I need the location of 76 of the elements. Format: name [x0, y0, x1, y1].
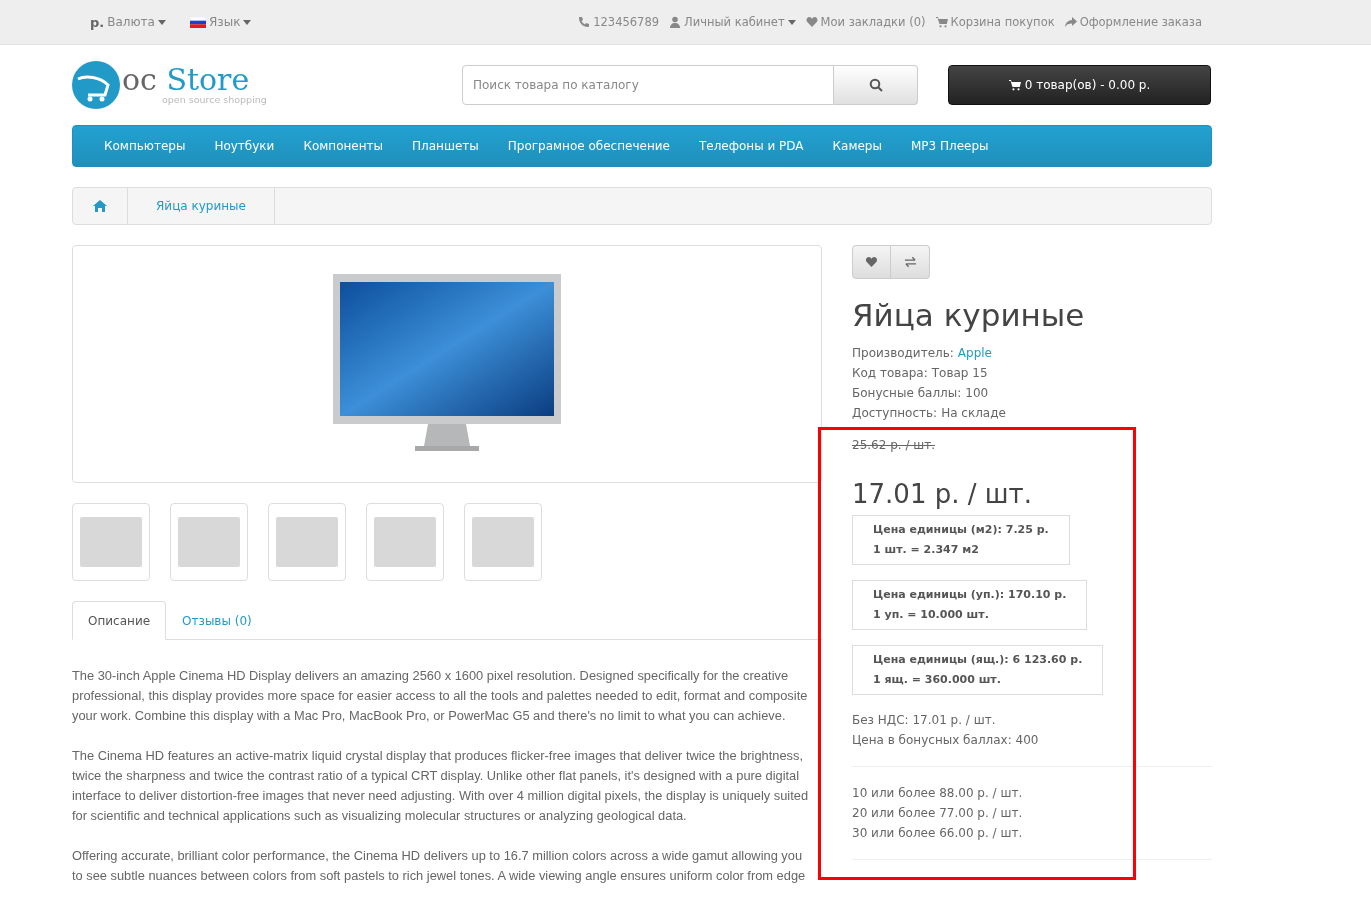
menu-item[interactable]: Компоненты: [303, 139, 384, 153]
language-dropdown[interactable]: Язык: [189, 15, 252, 29]
search-icon: [868, 78, 883, 92]
logo-cart-icon: [72, 61, 120, 109]
photo-placeholder: [178, 517, 240, 567]
logo-tagline: open source shopping: [162, 95, 267, 105]
manufacturer-link[interactable]: Apple: [957, 343, 992, 363]
cart-link[interactable]: Корзина покупок: [935, 15, 1055, 29]
menu-item[interactable]: Телефоны и PDA: [698, 139, 804, 153]
old-price: 25.62 р. / шт.: [852, 437, 937, 454]
attribute-value: 100: [965, 385, 989, 402]
points-price: Цена в бонусных баллах: 400: [852, 732, 1040, 749]
logo-prefix: oc: [122, 62, 157, 98]
heart-icon: [805, 16, 818, 28]
menu-item[interactable]: Програмное обеспечение: [507, 139, 670, 153]
flag-icon: [189, 16, 206, 28]
thumbnail[interactable]: [170, 503, 248, 581]
tab[interactable]: Описание: [72, 601, 167, 640]
description-paragraph: Offering accurate, brilliant color performance, the Cinema HD delivers up to 16.7 million colors across a wide gamut allowing you to see subtle nuances between colors from soft pastels to rich jewel tones. A wide viewing angle ensures uniform color from edge: [72, 847, 807, 885]
attribute-label: Код товара:: [852, 365, 928, 382]
menu-item[interactable]: Камеры: [832, 139, 882, 153]
wishlist-button[interactable]: [852, 245, 891, 279]
thumbnail[interactable]: [366, 503, 444, 581]
unit-ratio: 1 шт. = 2.347 м2: [873, 542, 980, 558]
cart-icon: [1008, 79, 1021, 91]
compare-button[interactable]: [891, 245, 930, 279]
unit-ratio: 1 уп. = 10.000 шт.: [873, 607, 990, 623]
user-link[interactable]: Личный кабинет: [669, 15, 796, 29]
heart-icon: [865, 256, 878, 268]
caret-icon: [243, 19, 252, 25]
menu-item[interactable]: Компьютеры: [104, 139, 186, 153]
menu-item[interactable]: MP3 Плееры: [910, 139, 989, 153]
attribute-label: Бонусные баллы:: [852, 385, 962, 402]
attribute-value: На складе: [941, 405, 1006, 422]
thumbnail[interactable]: [72, 503, 150, 581]
photo-placeholder: [472, 517, 534, 567]
tab[interactable]: Отзывы (0): [166, 601, 268, 640]
discount-text: 10 или более 88.00 р. / шт.: [852, 785, 1024, 802]
description-paragraph: The Cinema HD features an active-matrix liquid crystal display that produces flicker-free images that deliver twice the brightness, twice the sharpness and twice the contrast ratio of a typical CRT display. Unlike other flat panels, it's designed with a pure digital interface to deliver distortion-free images that never need adjusting. With over 4 million digital pixels, the display is uniquely suited for scientific and technical applications such as visualizing molecular structures or analyzing geological data.: [72, 747, 810, 825]
share-link[interactable]: Оформление заказа: [1064, 15, 1202, 29]
attribute-label: Производитель:: [852, 345, 954, 362]
user-icon: [669, 16, 682, 28]
thumbnail[interactable]: [464, 503, 542, 581]
unit-price: Цена единицы (уп.): 170.10 р.: [873, 587, 1067, 603]
menu-item[interactable]: Планшеты: [412, 139, 479, 153]
unit-ratio: 1 ящ. = 360.000 шт.: [873, 672, 1002, 688]
unit-price: Цена единицы (м2): 7.25 р.: [873, 522, 1049, 538]
discount-text: 20 или более 77.00 р. / шт.: [852, 805, 1024, 822]
description-paragraph: The 30-inch Apple Cinema HD Display delivers an amazing 2560 x 1600 pixel resolution. Designed specifically for the creative professional, this display provides more space for easier access to all the tools and palettes needed to edit, format and composite your work. Combine this display with a Mac Pro, MacBook Pro, or PowerMac G5 and there's no limit to what you can achieve.: [72, 667, 809, 725]
search-button[interactable]: [834, 65, 918, 105]
caret-icon: [787, 19, 796, 25]
menu-item[interactable]: Ноутбуки: [214, 139, 275, 153]
phone-icon: [578, 16, 591, 28]
breadcrumb-link[interactable]: Яйца куриные: [128, 188, 275, 224]
photo-placeholder: [374, 517, 436, 567]
photo-placeholder: [276, 517, 338, 567]
cart-icon: [935, 16, 948, 28]
unit-price: Цена единицы (ящ.): 6 123.60 р.: [873, 652, 1083, 668]
attribute-label: Доступность:: [852, 405, 938, 422]
product-title: Яйца куриные: [852, 297, 1086, 333]
price: 17.01 р. / шт.: [852, 479, 1033, 509]
thumbnail[interactable]: [268, 503, 346, 581]
attribute-value: Товар 15: [931, 365, 988, 382]
discount-text: 30 или более 66.00 р. / шт.: [852, 825, 1024, 842]
currency-dropdown[interactable]: р. Валюта: [90, 14, 166, 30]
tax-text: Без НДС: 17.01 р. / шт.: [852, 712, 997, 729]
search-field[interactable]: Поиск товара по каталогу: [462, 65, 834, 105]
caret-icon: [157, 19, 166, 25]
logo-name: Store: [166, 62, 250, 98]
exchange-icon: [903, 256, 917, 268]
heart-link[interactable]: Мои закладки (0): [805, 15, 926, 29]
photo-placeholder: [80, 517, 142, 567]
share-icon: [1064, 16, 1077, 28]
home-icon: [93, 200, 107, 212]
phone-link[interactable]: 123456789: [578, 15, 660, 29]
cart-button[interactable]: 0 товар(ов) - 0.00 р.: [948, 65, 1211, 105]
